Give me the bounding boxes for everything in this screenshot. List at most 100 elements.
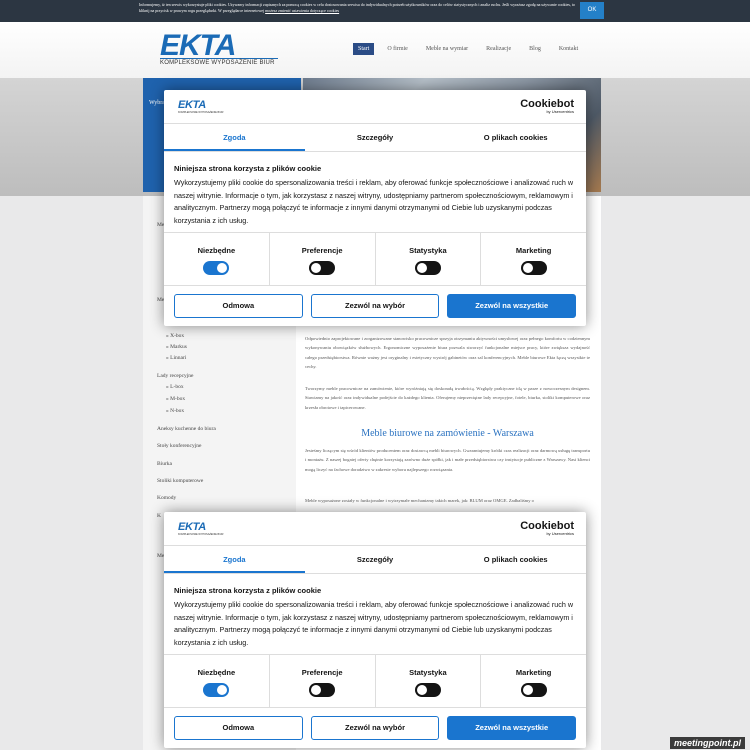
toggle-preferencje[interactable] (309, 683, 336, 697)
cookie-settings-link[interactable]: możesz zmienić ustawienia dotyczące cook… (265, 8, 339, 13)
cookiebot-tabs: Zgoda Szczegóły O plikach cookies (164, 124, 586, 152)
toggle-group-statystyka: Statystyka (376, 655, 482, 707)
content-paragraph: Tworzymy meble pracownicze na zamówienie… (305, 386, 590, 410)
content-heading: Meble biurowe na zamówienie - Warszawa (361, 428, 534, 439)
sidebar-item[interactable]: K (157, 513, 161, 519)
nav-start[interactable]: Start (353, 43, 375, 55)
watermark: meetingpoint.pl (670, 737, 745, 749)
cookiebot-header: EKTA KOMPLEKSOWE WYPOSAŻENIE BIUR Cookieb… (164, 512, 586, 546)
sidebar-subitem-label: Linnari (170, 355, 187, 361)
tab-zgoda[interactable]: Zgoda (164, 546, 305, 573)
nav-o-firmie[interactable]: O firmie (382, 43, 413, 55)
dialog-logo-text: EKTA (178, 99, 206, 111)
toggle-label: Statystyka (409, 668, 447, 677)
sidebar-subitem-label: N-box (170, 408, 185, 414)
site-header: EKTA KOMPLEKSOWE WYPOSAŻENIE BIUR Start … (0, 22, 750, 78)
dialog-ekta-logo: EKTA KOMPLEKSOWE WYPOSAŻENIE BIUR (178, 521, 223, 536)
tab-szczegoly[interactable]: Szczegóły (305, 546, 446, 573)
sidebar-item-stoliki[interactable]: Stoliki komputerowe (157, 478, 203, 484)
allow-selection-button[interactable]: Zezwól na wybór (310, 294, 440, 318)
content-paragraph: Odpowiednio zaprojektowane i zorganizowa… (305, 336, 590, 370)
cookiebot-dialog: EKTA KOMPLEKSOWE WYPOSAŻENIE BIUR Cookieb… (164, 512, 586, 748)
cookiebot-buttons: Odmowa Zezwól na wybór Zezwól na wszystk… (164, 286, 586, 326)
cookiebot-body: Niniejsza strona korzysta z plików cooki… (164, 574, 586, 654)
allow-selection-button[interactable]: Zezwól na wybór (310, 716, 440, 740)
cookiebot-dialog: EKTA KOMPLEKSOWE WYPOSAŻENIE BIUR Cookieb… (164, 90, 586, 326)
sidebar-subitem-n-box[interactable]: » N-box (166, 408, 184, 414)
nav-kontakt[interactable]: Kontakt (554, 43, 583, 55)
sidebar-item-stoly[interactable]: Stoły konferencyjne (157, 443, 201, 449)
toggle-statystyka[interactable] (414, 261, 441, 275)
sidebar-subitem-l-box[interactable]: » L-box (166, 384, 184, 390)
sidebar-subitem-x-box[interactable]: » X-box (166, 333, 184, 339)
toggle-group-marketing: Marketing (481, 233, 586, 285)
sidebar-item-aneksy[interactable]: Aneksy kuchenne do biura (157, 426, 216, 432)
content-paragraph: Jesteśmy liczącym się wśród klientów pro… (305, 448, 590, 472)
dialog-logo-text: EKTA (178, 521, 206, 533)
sidebar-subitem-label: X-box (170, 333, 185, 339)
hero-label: Wybra (149, 100, 165, 106)
toggle-marketing[interactable] (520, 261, 547, 275)
ekta-logo[interactable]: EKTA KOMPLEKSOWE WYPOSAŻENIE BIUR (160, 29, 278, 66)
consent-toggles: Niezbędne Preferencje Statystyka Marketi… (164, 232, 586, 286)
sidebar-item-komody[interactable]: Komody (157, 495, 176, 501)
sidebar-subitem-label: M-box (170, 396, 186, 402)
toggle-label: Marketing (515, 668, 552, 677)
toggle-niezbedne[interactable] (203, 261, 230, 275)
sidebar-subitem-label: Markus (170, 344, 187, 350)
toggle-group-statystyka: Statystyka (376, 233, 482, 285)
toggle-group-marketing: Marketing (481, 655, 586, 707)
toggle-group-preferencje: Preferencje (270, 655, 376, 707)
cookiebot-logo[interactable]: Cookiebot by Usercentrics (520, 520, 574, 536)
toggle-group-niezbedne: Niezbędne (164, 655, 270, 707)
toggle-statystyka[interactable] (414, 683, 441, 697)
nav-realizacje[interactable]: Realizacje (481, 43, 516, 55)
allow-all-button[interactable]: Zezwól na wszystkie (447, 294, 577, 318)
cookiebot-tabs: Zgoda Szczegóły O plikach cookies (164, 546, 586, 574)
logo-tagline: KOMPLEKSOWE WYPOSAŻENIE BIUR (160, 58, 278, 66)
toggle-label: Preferencje (301, 668, 343, 677)
toggle-preferencje[interactable] (309, 261, 336, 275)
sidebar-subitem-linnari[interactable]: » Linnari (166, 355, 186, 361)
cookiebot-title: Niniejsza strona korzysta z plików cooki… (174, 164, 322, 173)
toggle-label: Preferencje (301, 246, 343, 255)
dialog-ekta-logo: EKTA KOMPLEKSOWE WYPOSAŻENIE BIUR (178, 99, 223, 114)
sidebar-item-biurka[interactable]: Biurka (157, 461, 172, 467)
deny-button[interactable]: Odmowa (174, 294, 303, 318)
nav-blog[interactable]: Blog (524, 43, 546, 55)
consent-toggles: Niezbędne Preferencje Statystyka Marketi… (164, 654, 586, 708)
cookiebot-body: Niniejsza strona korzysta z plików cooki… (164, 152, 586, 232)
nav-meble-na-wymiar[interactable]: Meble na wymiar (421, 43, 473, 55)
cookiebot-header: EKTA KOMPLEKSOWE WYPOSAŻENIE BIUR Cookieb… (164, 90, 586, 124)
toggle-group-preferencje: Preferencje (270, 233, 376, 285)
sidebar-subitem-label: L-box (170, 384, 184, 390)
allow-all-button[interactable]: Zezwól na wszystkie (447, 716, 577, 740)
toggle-group-niezbedne: Niezbędne (164, 233, 270, 285)
logo-text: EKTA (160, 29, 236, 62)
dialog-logo-sub: KOMPLEKSOWE WYPOSAŻENIE BIUR (178, 111, 224, 114)
cookie-ok-button[interactable]: OK (580, 2, 604, 19)
cookiebot-logo[interactable]: Cookiebot by Usercentrics (520, 98, 574, 114)
sidebar-subitem-m-box[interactable]: » M-box (166, 396, 185, 402)
sidebar-item-lady-recepcyjne[interactable]: Lady recepcyjne (157, 373, 194, 379)
cookiebot-description: Wykorzystujemy pliki cookie do spersonal… (174, 178, 574, 225)
tab-o-plikach-cookies[interactable]: O plikach cookies (445, 546, 586, 573)
dialog-logo-sub: KOMPLEKSOWE WYPOSAŻENIE BIUR (178, 533, 224, 536)
toggle-label: Statystyka (409, 246, 447, 255)
cookiebot-description: Wykorzystujemy pliki cookie do spersonal… (174, 600, 574, 647)
toggle-niezbedne[interactable] (203, 683, 230, 697)
toggle-label: Niezbędne (197, 246, 236, 255)
sidebar-subitem-markus[interactable]: » Markus (166, 344, 187, 350)
cookiebot-buttons: Odmowa Zezwól na wybór Zezwól na wszystk… (164, 708, 586, 748)
toggle-label: Niezbędne (197, 668, 236, 677)
cookie-info-bar: Informujemy, iż ten serwis wykorzystuje … (0, 0, 750, 22)
tab-szczegoly[interactable]: Szczegóły (305, 124, 446, 151)
cookie-info-text: Informujemy, iż ten serwis wykorzystuje … (139, 2, 576, 13)
tab-zgoda[interactable]: Zgoda (164, 124, 305, 151)
tab-o-plikach-cookies[interactable]: O plikach cookies (445, 124, 586, 151)
main-nav: Start O firmie Meble na wymiar Realizacj… (353, 43, 591, 55)
cookiebot-title: Niniejsza strona korzysta z plików cooki… (174, 586, 322, 595)
toggle-marketing[interactable] (520, 683, 547, 697)
deny-button[interactable]: Odmowa (174, 716, 303, 740)
toggle-label: Marketing (515, 246, 552, 255)
